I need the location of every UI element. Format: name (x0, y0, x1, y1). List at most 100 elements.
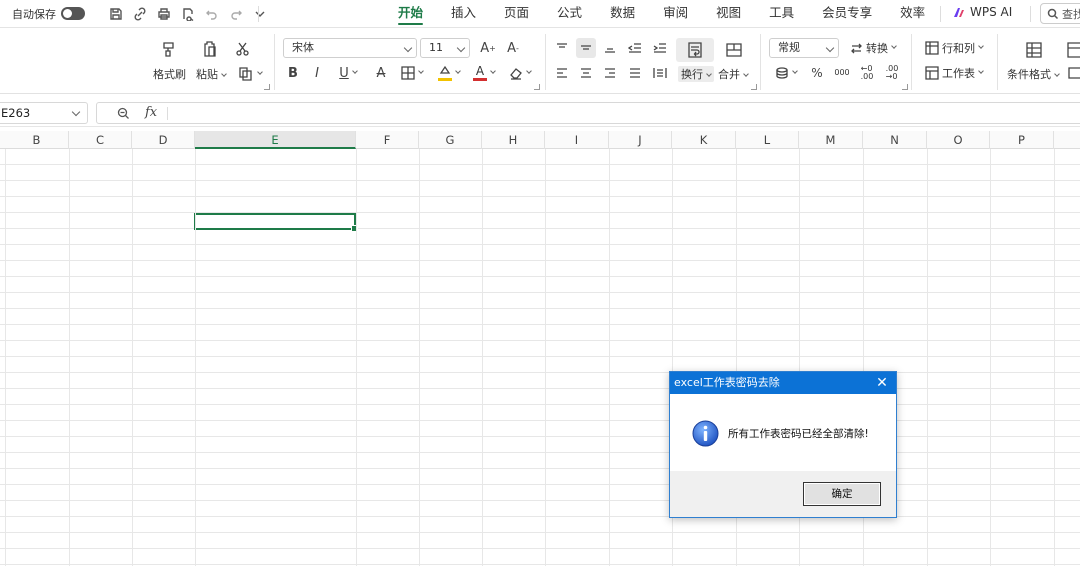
bold-icon[interactable]: B (284, 63, 302, 83)
search-box[interactable]: 查找 (1040, 3, 1080, 24)
decrease-decimal-icon[interactable]: .00 →0 (882, 63, 902, 83)
divider (997, 34, 998, 90)
column-gridline (419, 149, 420, 566)
tab-5[interactable]: 审阅 (663, 0, 688, 28)
chevron-down-icon[interactable] (251, 5, 269, 23)
currency-icon[interactable] (772, 63, 800, 83)
distributed-icon[interactable] (651, 63, 669, 83)
thousands-separator-icon[interactable]: 000 (832, 63, 852, 83)
decrease-font-icon[interactable]: A- (503, 38, 523, 58)
cell-style-icon[interactable] (1066, 63, 1080, 83)
align-center-icon[interactable] (576, 63, 596, 83)
formula-input[interactable]: fx (96, 102, 1080, 124)
align-top-icon[interactable] (553, 38, 571, 58)
name-box[interactable]: E263 (0, 102, 88, 124)
wps-ai-button[interactable]: WPS AI (953, 5, 1012, 19)
wrap-text-icon[interactable] (676, 38, 714, 62)
column-gridline (545, 149, 546, 566)
copy-icon[interactable] (236, 64, 264, 84)
print-icon[interactable] (155, 5, 173, 23)
column-header-p[interactable]: P (990, 131, 1054, 149)
conditional-format-icon[interactable] (1022, 38, 1046, 62)
align-bottom-icon[interactable] (601, 38, 619, 58)
cut-icon[interactable] (233, 39, 253, 59)
justify-icon[interactable] (626, 63, 644, 83)
close-icon[interactable]: ✕ (868, 372, 896, 394)
font-size-combo[interactable]: 11 (420, 38, 470, 58)
number-format-combo[interactable]: 常规 (769, 38, 839, 58)
active-cell[interactable] (194, 213, 358, 232)
font-color-icon[interactable]: A (470, 63, 498, 83)
column-header-m[interactable]: M (799, 131, 863, 149)
column-header-j[interactable]: J (609, 131, 672, 149)
increase-decimal-icon[interactable]: ←0.00 (857, 63, 877, 83)
cell-grid[interactable] (0, 149, 1080, 566)
paste-icon[interactable] (198, 38, 222, 60)
align-right-icon[interactable] (601, 63, 619, 83)
increase-indent-icon[interactable] (651, 38, 669, 58)
tab-8[interactable]: 会员专享 (822, 0, 872, 28)
rows-cols-button[interactable]: 行和列 (921, 38, 987, 58)
column-header-b[interactable]: B (5, 131, 69, 149)
tab-3[interactable]: 公式 (557, 0, 582, 28)
fill-color-icon[interactable] (434, 63, 464, 83)
percent-icon[interactable]: % (808, 63, 826, 83)
underline-icon[interactable]: U (334, 63, 362, 83)
tab-0[interactable]: 开始 (398, 0, 424, 28)
column-header-c[interactable]: C (69, 131, 132, 149)
column-header-o[interactable]: O (927, 131, 990, 149)
format-painter-label[interactable]: 格式刷 (153, 66, 186, 82)
column-header-d[interactable]: D (132, 131, 195, 149)
convert-button[interactable]: 转换 (847, 38, 899, 58)
increase-font-icon[interactable]: A + (478, 38, 498, 58)
column-header-f[interactable]: F (356, 131, 419, 149)
tab-9[interactable]: 效率 (900, 0, 925, 28)
tab-4[interactable]: 数据 (610, 0, 635, 28)
align-left-icon[interactable] (553, 63, 571, 83)
autosave[interactable]: 自动保存 (12, 6, 85, 22)
convert-label: 转换 (866, 42, 888, 55)
font-dialog-launcher[interactable] (534, 84, 540, 90)
merge-icon[interactable] (722, 38, 746, 62)
link-icon[interactable] (131, 5, 149, 23)
column-header-k[interactable]: K (672, 131, 736, 149)
font-name-combo[interactable]: 宋体 (283, 38, 417, 58)
worksheet-button[interactable]: 工作表 (921, 63, 987, 83)
ok-button[interactable]: 确定 (803, 482, 881, 506)
column-header-n[interactable]: N (863, 131, 927, 149)
clipboard-dialog-launcher[interactable] (264, 84, 270, 90)
column-header-g[interactable]: G (419, 131, 482, 149)
paste-button[interactable]: 粘贴 (196, 66, 227, 82)
italic-icon[interactable]: I (308, 63, 326, 83)
align-middle-icon[interactable] (576, 38, 596, 58)
column-header-h[interactable]: H (482, 131, 545, 149)
spreadsheet-window: 自动保存 开始 插入 页面 公式 数据 审阅 视图 工具 会员专享 效率 WPS AI 查找 (0, 0, 1080, 566)
fx-icon[interactable]: fx (145, 105, 157, 120)
tab-1[interactable]: 插入 (451, 0, 476, 28)
merge-button[interactable]: 合并 (718, 66, 749, 82)
table-style-icon[interactable] (1066, 38, 1080, 62)
save-icon[interactable] (107, 5, 125, 23)
tab-2[interactable]: 页面 (504, 0, 529, 28)
zoom-icon[interactable] (117, 107, 130, 120)
number-dialog-launcher[interactable] (902, 84, 908, 90)
tab-7[interactable]: 工具 (769, 0, 794, 28)
column-header-e[interactable]: E (195, 131, 356, 149)
ribbon-home: 格式刷 粘贴 宋体 11 A + A- B I U A A 换行 合并 常规 转… (0, 28, 1080, 94)
strikethrough-icon[interactable]: A (372, 63, 390, 83)
redo-icon[interactable] (227, 5, 245, 23)
column-header-i[interactable]: I (545, 131, 609, 149)
print-preview-icon[interactable] (179, 5, 197, 23)
borders-icon[interactable] (398, 63, 426, 83)
alignment-dialog-launcher[interactable] (751, 84, 757, 90)
decrease-indent-icon[interactable] (626, 38, 644, 58)
conditional-format-button[interactable]: 条件格式 (1007, 66, 1060, 82)
column-header-l[interactable]: L (736, 131, 799, 149)
format-painter-icon[interactable] (157, 38, 181, 60)
divider (1030, 6, 1031, 22)
tab-6[interactable]: 视图 (716, 0, 741, 28)
autosave-toggle[interactable] (61, 7, 85, 20)
wrap-text-button[interactable]: 换行 (678, 66, 714, 82)
clear-format-icon[interactable] (506, 63, 534, 83)
undo-icon[interactable] (203, 5, 221, 23)
